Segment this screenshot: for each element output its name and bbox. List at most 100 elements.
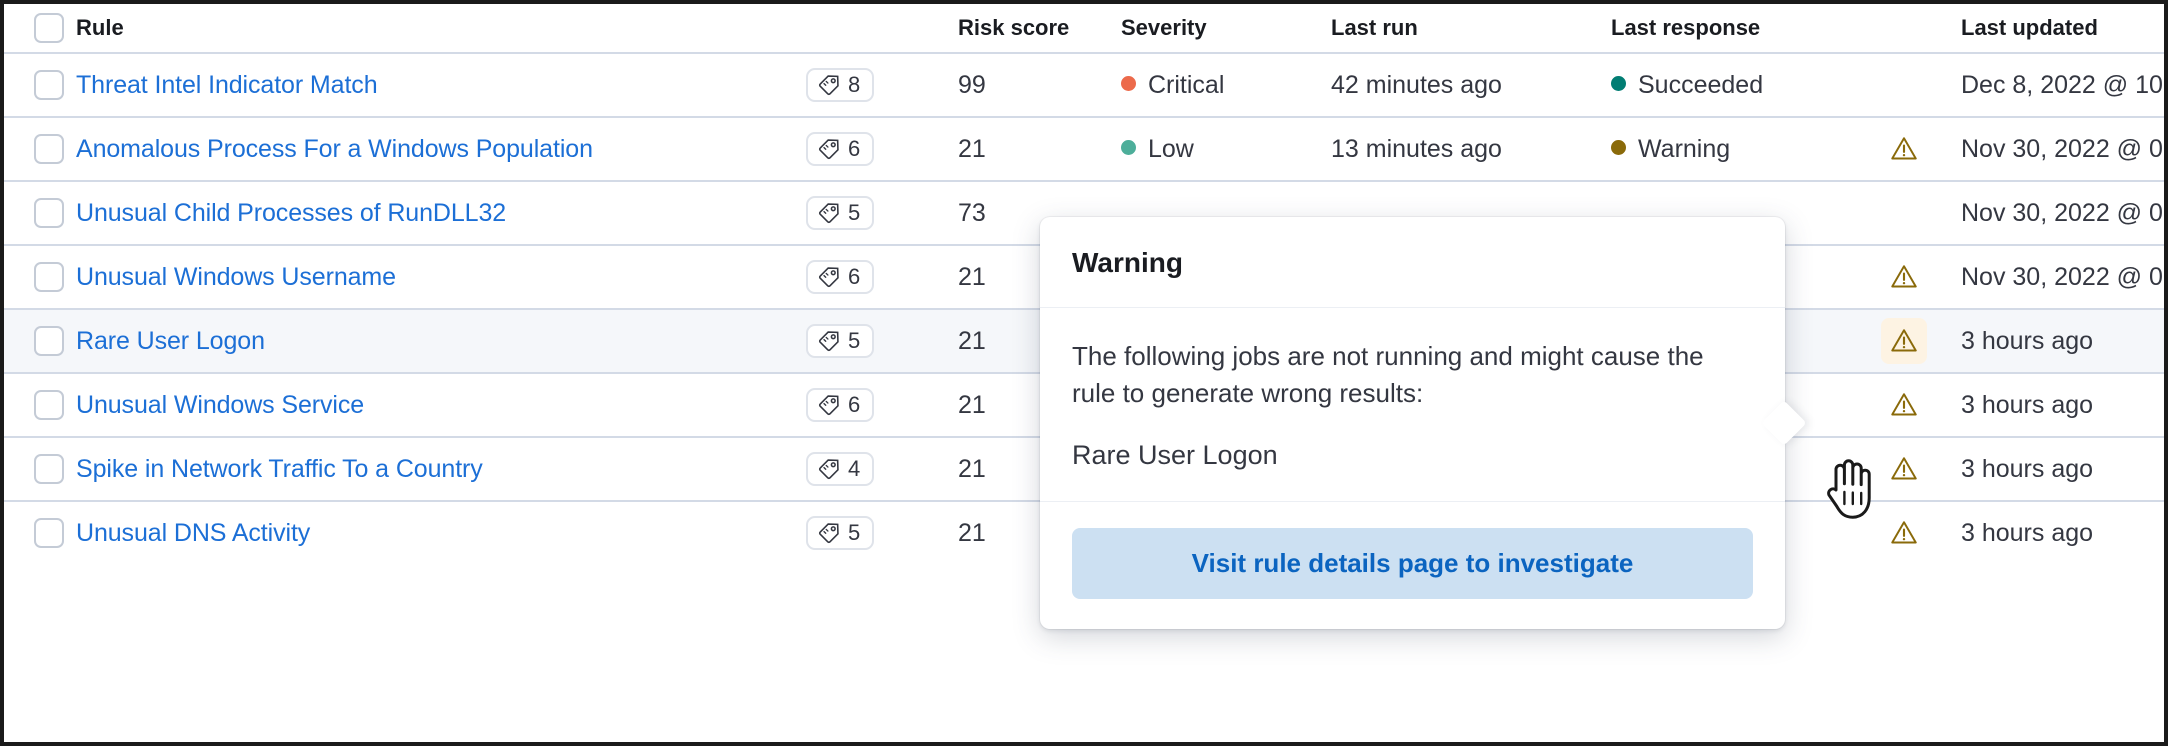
rule-name-cell: Unusual Child Processes of RunDLL32 <box>76 181 806 245</box>
row-checkbox[interactable] <box>34 518 64 548</box>
rule-name-cell: Threat Intel Indicator Match <box>76 53 806 117</box>
tag-count-badge[interactable]: 5 <box>806 324 874 358</box>
rule-name-cell: Anomalous Process For a Windows Populati… <box>76 117 806 181</box>
row-checkbox[interactable] <box>34 198 64 228</box>
row-checkbox[interactable] <box>34 390 64 420</box>
row-checkbox[interactable] <box>34 134 64 164</box>
last-response-cell: Warning <box>1611 117 1881 181</box>
header-last-response[interactable]: Last response <box>1611 4 1881 53</box>
tag-count-badge[interactable]: 6 <box>806 260 874 294</box>
risk-score-value: 21 <box>958 519 986 547</box>
tag-count-badge[interactable]: 6 <box>806 388 874 422</box>
risk-score-value: 21 <box>958 135 986 163</box>
tag-count-badge[interactable]: 6 <box>806 132 874 166</box>
tag-count-badge[interactable]: 4 <box>806 452 874 486</box>
table-row[interactable]: Anomalous Process For a Windows Populati… <box>4 117 2168 181</box>
tag-icon <box>818 74 840 96</box>
header-last-run[interactable]: Last run <box>1331 4 1611 53</box>
tags-cell: 5 <box>806 181 958 245</box>
warning-triangle-icon[interactable] <box>1881 382 1927 428</box>
tag-count-badge[interactable]: 8 <box>806 68 874 102</box>
risk-score-value: 21 <box>958 327 986 355</box>
row-select-cell <box>4 53 76 117</box>
row-checkbox[interactable] <box>34 262 64 292</box>
warning-triangle-icon[interactable] <box>1881 446 1927 492</box>
last-updated-value: Nov 30, 2022 @ 0... <box>1961 199 2168 227</box>
rule-link[interactable]: Unusual Windows Username <box>76 263 396 291</box>
tags-cell: 6 <box>806 117 958 181</box>
risk-score-cell: 99 <box>958 53 1121 117</box>
row-select-cell <box>4 437 76 501</box>
risk-score-value: 21 <box>958 263 986 291</box>
header-last-updated[interactable]: Last updated <box>1961 4 2168 53</box>
warning-indicator-cell <box>1881 117 1961 181</box>
rule-link[interactable]: Unusual DNS Activity <box>76 519 310 547</box>
header-severity[interactable]: Severity <box>1121 4 1331 53</box>
risk-score-value: 73 <box>958 199 986 227</box>
last-updated-cell: Nov 30, 2022 @ 0... <box>1961 181 2168 245</box>
visit-rule-details-button[interactable]: Visit rule details page to investigate <box>1072 528 1753 599</box>
tag-icon <box>818 458 840 480</box>
header-rule[interactable]: Rule <box>76 4 806 53</box>
header-tags <box>806 4 958 53</box>
tag-count: 6 <box>848 138 860 160</box>
warning-indicator-cell <box>1881 245 1961 309</box>
window-left-edge <box>0 4 4 742</box>
row-select-cell <box>4 309 76 373</box>
tag-count: 5 <box>848 202 860 224</box>
severity-label: Low <box>1148 135 1194 163</box>
tag-count: 6 <box>848 266 860 288</box>
table-header: Rule Risk score Severity Last run Last r… <box>4 4 2168 53</box>
last-updated-cell: Nov 30, 2022 @ 0... <box>1961 117 2168 181</box>
rule-link[interactable]: Spike in Network Traffic To a Country <box>76 455 483 483</box>
row-select-cell <box>4 501 76 564</box>
rule-link[interactable]: Threat Intel Indicator Match <box>76 71 378 99</box>
last-updated-value: 3 hours ago <box>1961 391 2093 419</box>
header-row: Rule Risk score Severity Last run Last r… <box>4 4 2168 53</box>
warning-triangle-icon[interactable] <box>1881 254 1927 300</box>
row-checkbox[interactable] <box>34 326 64 356</box>
last-updated-value: 3 hours ago <box>1961 455 2093 483</box>
tags-cell: 8 <box>806 53 958 117</box>
row-checkbox[interactable] <box>34 454 64 484</box>
severity-label: Critical <box>1148 71 1224 99</box>
warning-triangle-icon[interactable] <box>1881 318 1927 364</box>
row-checkbox[interactable] <box>34 70 64 100</box>
table-row[interactable]: Threat Intel Indicator Match 8 99 Critical 4… <box>4 53 2168 117</box>
warning-triangle-icon[interactable] <box>1881 126 1927 172</box>
popover-job-name: Rare User Logon <box>1072 440 1753 471</box>
rule-link[interactable]: Unusual Child Processes of RunDLL32 <box>76 199 506 227</box>
warning-indicator-cell <box>1881 437 1961 501</box>
header-select-all-cell <box>4 4 76 53</box>
warning-popover: Warning The following jobs are not runni… <box>1040 217 1785 629</box>
popover-title: Warning <box>1040 217 1785 308</box>
last-response-label: Warning <box>1638 135 1730 163</box>
severity-dot <box>1121 76 1136 91</box>
tag-count-badge[interactable]: 5 <box>806 196 874 230</box>
warning-triangle-icon[interactable] <box>1881 510 1927 556</box>
header-risk-score[interactable]: Risk score <box>958 4 1121 53</box>
select-all-checkbox[interactable] <box>34 13 64 43</box>
last-updated-cell: Dec 8, 2022 @ 10:... <box>1961 53 2168 117</box>
rule-link[interactable]: Anomalous Process For a Windows Populati… <box>76 135 593 163</box>
popover-footer: Visit rule details page to investigate <box>1040 502 1785 629</box>
last-updated-value: 3 hours ago <box>1961 327 2093 355</box>
tag-count: 4 <box>848 458 860 480</box>
risk-score-cell: 21 <box>958 117 1121 181</box>
rule-link[interactable]: Rare User Logon <box>76 327 265 355</box>
last-updated-cell: 3 hours ago <box>1961 373 2168 437</box>
tag-count: 5 <box>848 330 860 352</box>
last-updated-cell: 3 hours ago <box>1961 309 2168 373</box>
tag-icon <box>818 138 840 160</box>
last-updated-value: Dec 8, 2022 @ 10:... <box>1961 71 2168 99</box>
rule-name-cell: Unusual DNS Activity <box>76 501 806 564</box>
row-select-cell <box>4 245 76 309</box>
rule-name-cell: Unusual Windows Service <box>76 373 806 437</box>
last-run-cell: 42 minutes ago <box>1331 53 1611 117</box>
risk-score-value: 21 <box>958 455 986 483</box>
tag-icon <box>818 522 840 544</box>
tag-count: 8 <box>848 74 860 96</box>
tag-count-badge[interactable]: 5 <box>806 516 874 550</box>
rule-link[interactable]: Unusual Windows Service <box>76 391 364 419</box>
last-updated-cell: Nov 30, 2022 @ 0... <box>1961 245 2168 309</box>
